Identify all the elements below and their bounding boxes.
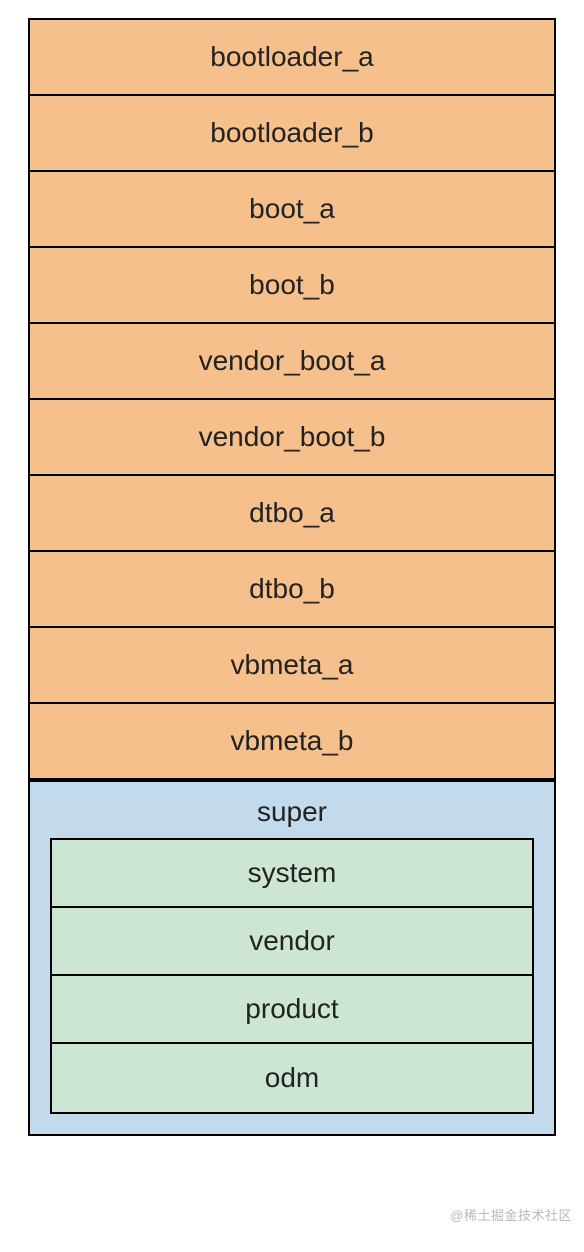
partition-label: dtbo_b xyxy=(249,573,335,605)
partition-row: dtbo_a xyxy=(30,476,554,552)
partition-label: dtbo_a xyxy=(249,497,335,529)
partition-row: vendor_boot_b xyxy=(30,400,554,476)
partition-row: vbmeta_b xyxy=(30,704,554,780)
super-row: vendor xyxy=(52,908,532,976)
super-title: super xyxy=(50,782,534,838)
super-label: system xyxy=(248,857,337,889)
partition-row: bootloader_b xyxy=(30,96,554,172)
watermark: @稀土掘金技术社区 xyxy=(450,1205,572,1224)
super-row: odm xyxy=(52,1044,532,1112)
partition-diagram: bootloader_a bootloader_b boot_a boot_b … xyxy=(28,18,556,1136)
partition-label: bootloader_a xyxy=(210,41,373,73)
super-label: odm xyxy=(265,1062,319,1094)
partition-label: boot_a xyxy=(249,193,335,225)
super-label: vendor xyxy=(249,925,335,957)
super-inner-container: system vendor product odm xyxy=(50,838,534,1114)
partition-row: bootloader_a xyxy=(30,20,554,96)
partition-row: vbmeta_a xyxy=(30,628,554,704)
partition-row: boot_a xyxy=(30,172,554,248)
partition-label: vendor_boot_a xyxy=(199,345,386,377)
super-row: product xyxy=(52,976,532,1044)
super-row: system xyxy=(52,840,532,908)
partition-row: boot_b xyxy=(30,248,554,324)
partition-label: vbmeta_b xyxy=(231,725,354,757)
partition-label: vbmeta_a xyxy=(231,649,354,681)
super-label: product xyxy=(245,993,338,1025)
super-partition: super system vendor product odm xyxy=(30,780,554,1134)
partition-label: boot_b xyxy=(249,269,335,301)
partition-row: dtbo_b xyxy=(30,552,554,628)
partition-row: vendor_boot_a xyxy=(30,324,554,400)
partition-label: vendor_boot_b xyxy=(199,421,386,453)
partition-label: bootloader_b xyxy=(210,117,373,149)
